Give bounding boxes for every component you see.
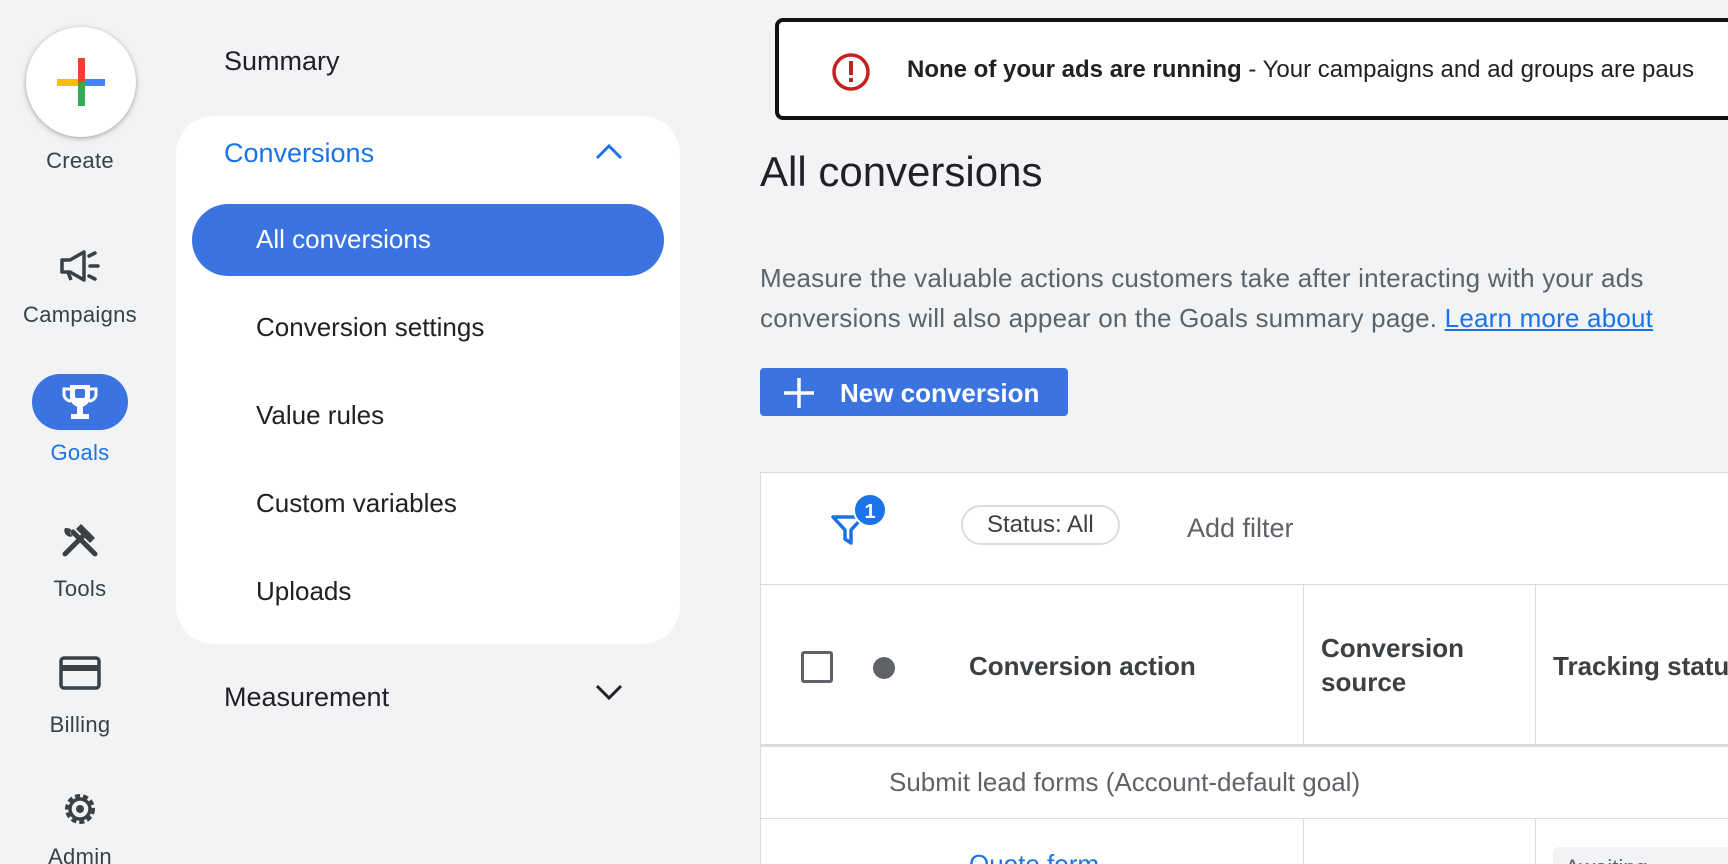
column-divider	[1303, 819, 1304, 864]
learn-more-link[interactable]: Learn more about	[1445, 303, 1653, 333]
gear-icon[interactable]	[59, 788, 101, 830]
goal-group-row: Submit lead forms (Account-default goal)	[761, 747, 1728, 819]
chevron-up-icon[interactable]	[594, 142, 624, 167]
subnav-item-uploads[interactable]: Uploads	[256, 576, 351, 607]
subnav-conversions-card: Conversions All conversions Conversion s…	[176, 116, 680, 644]
create-label: Create	[46, 148, 114, 173]
error-icon	[831, 52, 871, 97]
new-conversion-button[interactable]: New conversion	[760, 368, 1068, 416]
rail-item-admin[interactable]: Admin	[0, 844, 160, 864]
page-description: Measure the valuable actions customers t…	[760, 258, 1653, 338]
rail-item-tools[interactable]: Tools	[0, 576, 160, 602]
trophy-icon	[60, 382, 100, 424]
filter-bar: 1 Status: All Add filter	[761, 473, 1728, 585]
alert-message-rest: - Your campaigns and ad groups are paus	[1241, 56, 1695, 83]
subnav-item-value-rules[interactable]: Value rules	[256, 400, 384, 431]
conversions-table: 1 Status: All Add filter Conversion acti…	[760, 472, 1728, 864]
description-line-1: Measure the valuable actions customers t…	[760, 263, 1644, 293]
column-header-line: source	[1321, 667, 1407, 697]
column-header-tracking-status[interactable]: Tracking statu	[1553, 649, 1728, 683]
column-header-conversion-action[interactable]: Conversion action	[969, 649, 1196, 683]
select-all-checkbox[interactable]	[801, 651, 833, 683]
status-filter-chip[interactable]: Status: All	[961, 505, 1120, 545]
plus-icon-part	[78, 58, 85, 82]
table-row: Quote form Awaiting	[761, 819, 1728, 864]
credit-card-icon[interactable]	[59, 656, 101, 690]
rail-item-campaigns[interactable]: Campaigns	[0, 302, 160, 328]
column-divider	[1303, 585, 1304, 744]
left-rail: Create Campaigns Goals Tools Billing Adm…	[0, 0, 160, 864]
status-column-dot	[873, 657, 895, 679]
alert-banner: None of your ads are running - Your camp…	[775, 18, 1728, 120]
goal-group-label: Submit lead forms (Account-default goal)	[889, 767, 1361, 797]
page-title: All conversions	[760, 148, 1043, 195]
column-header-conversion-source[interactable]: Conversion source	[1321, 631, 1464, 699]
add-filter-button[interactable]: Add filter	[1187, 513, 1294, 544]
subnav-item-custom-variables[interactable]: Custom variables	[256, 488, 457, 519]
alert-message-bold: None of your ads are running	[907, 56, 1242, 83]
description-text: conversions will also appear on the Goal…	[760, 303, 1445, 333]
tracking-status-label: Awaiting	[1565, 855, 1648, 864]
subnav-section-measurement[interactable]: Measurement	[224, 682, 389, 713]
plus-icon-part	[78, 82, 85, 106]
column-header-line: Conversion	[1321, 633, 1465, 663]
column-divider	[1535, 585, 1536, 744]
subnav-summary[interactable]: Summary	[224, 46, 340, 77]
column-divider	[1535, 819, 1536, 864]
alert-message: None of your ads are running - Your camp…	[907, 56, 1694, 84]
create-button[interactable]	[26, 27, 136, 137]
conversion-action-link[interactable]: Quote form	[969, 849, 1099, 864]
filter-count-badge: 1	[853, 493, 887, 527]
tools-icon[interactable]	[59, 518, 101, 560]
description-line-2: conversions will also appear on the Goal…	[760, 298, 1653, 338]
table-header-row: Conversion action Conversion source Trac…	[761, 585, 1728, 747]
megaphone-icon[interactable]	[58, 248, 102, 284]
rail-item-billing[interactable]: Billing	[0, 712, 160, 738]
subnav-item-conversion-settings[interactable]: Conversion settings	[256, 312, 484, 343]
subnav-item-all-conversions[interactable]: All conversions	[192, 204, 664, 276]
plus-icon	[782, 376, 816, 415]
subnav-item-label: All conversions	[256, 224, 431, 254]
subnav-section-conversions[interactable]: Conversions	[224, 138, 374, 169]
chevron-down-icon[interactable]	[594, 682, 624, 707]
new-conversion-label: New conversion	[840, 378, 1040, 408]
rail-item-goals[interactable]: Goals	[0, 440, 160, 466]
tracking-status-chip: Awaiting	[1553, 847, 1728, 864]
